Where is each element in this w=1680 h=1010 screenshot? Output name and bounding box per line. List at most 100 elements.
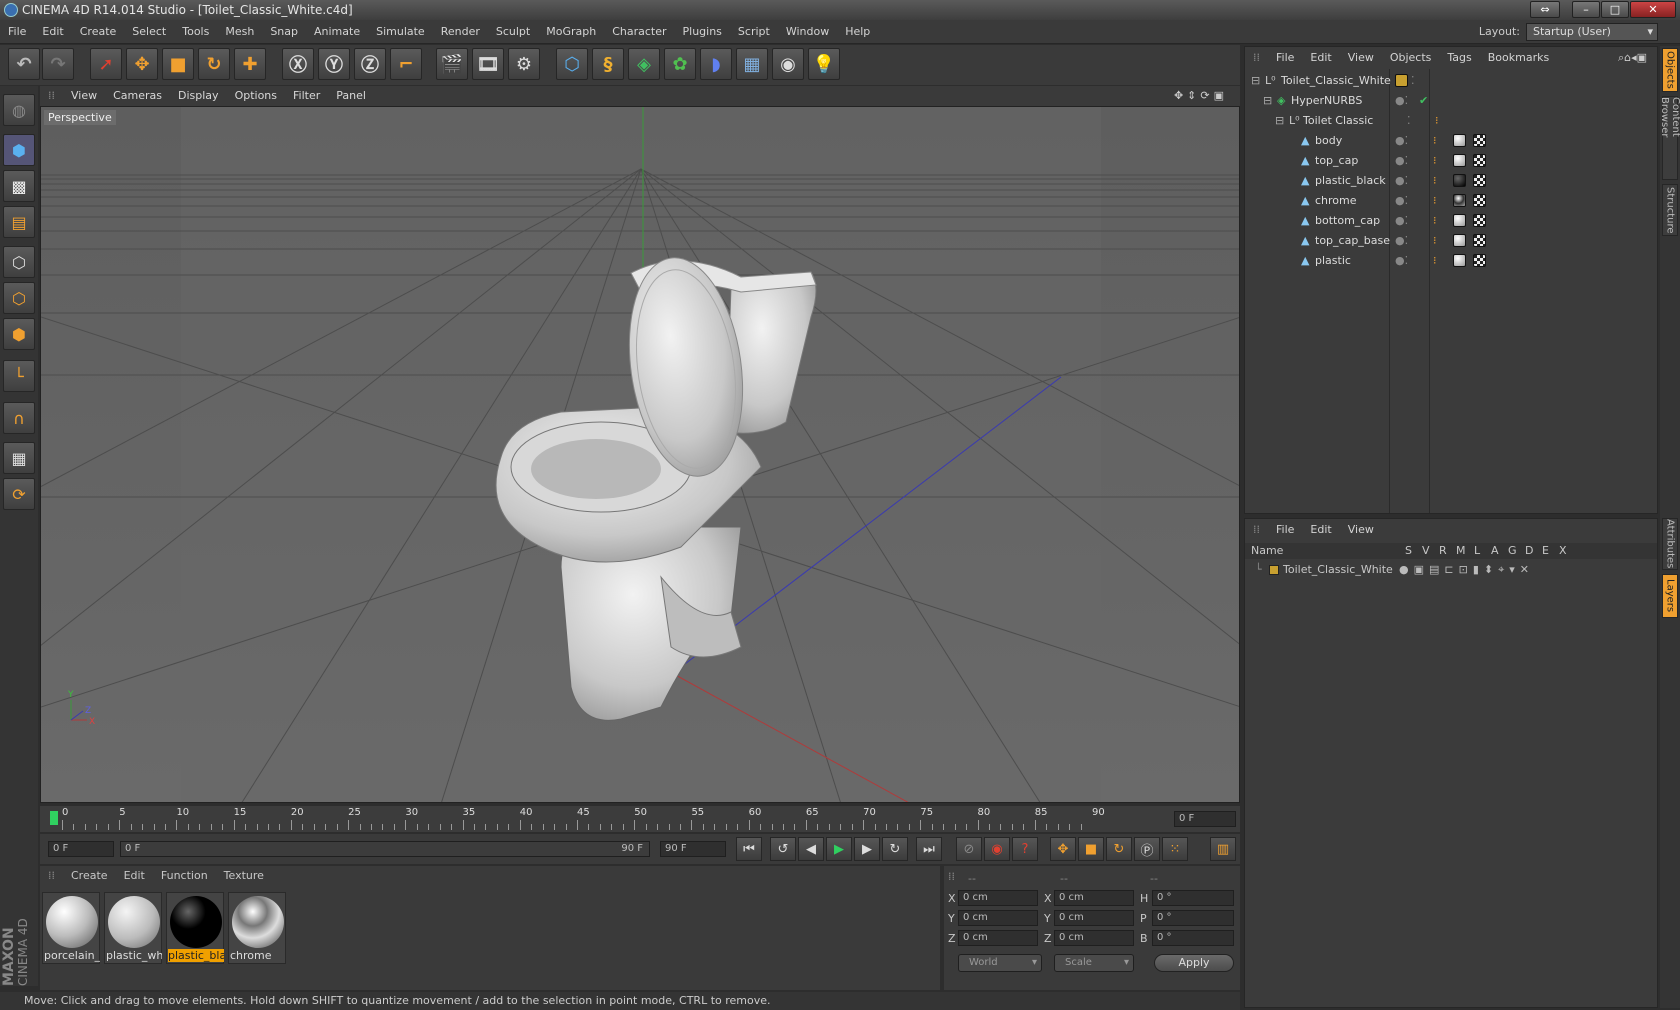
z-axis-lock-icon[interactable]: Ⓩ [354,48,386,80]
enabled-check-icon[interactable]: ✔ [1419,91,1428,111]
playhead-marker[interactable] [50,811,58,825]
previous-frame-icon[interactable]: ◀ [798,837,824,861]
menu-plugins[interactable]: Plugins [675,20,730,44]
object-menu-edit[interactable]: Edit [1302,47,1339,69]
nurbs-icon[interactable]: ◈ [628,48,660,80]
maximize-button[interactable]: □ [1601,1,1629,18]
layer-menu-file[interactable]: File [1268,519,1302,541]
tag-icon[interactable]: ⁝ [1435,111,1439,131]
expand-icon[interactable]: ⊟ [1275,111,1284,131]
go-to-end-icon[interactable]: ⏭ [916,837,942,861]
tree-row-hypernurbs[interactable]: ⊟ ◈ HyperNURBS ●⁚ ✔ [1245,91,1657,111]
tree-row-top-cap[interactable]: ▲ top_cap ●⁚ ⁝ [1245,151,1657,171]
col-solo[interactable]: S [1405,543,1412,559]
col-locked[interactable]: L [1474,543,1480,559]
visibility-dots[interactable]: ●⁚ [1395,191,1408,211]
material-plastic-black[interactable]: plastic_blac [166,892,224,964]
phong-tag-icon[interactable]: ⁝ [1433,231,1437,251]
points-mode-icon[interactable]: ⬡ [3,246,35,278]
coord-type-dropdown[interactable]: Scale ▾ [1054,954,1134,972]
render-settings-icon[interactable]: ⚙ [508,48,540,80]
visibility-dots[interactable]: ●⁚ [1395,231,1408,251]
viewport-nav-icons[interactable]: ✥⇕⟳▣ [1166,86,1236,106]
phong-tag-icon[interactable]: ⁝ [1433,191,1437,211]
rotation-p-field[interactable]: 0 ° [1152,910,1234,926]
layer-row[interactable]: └ Toilet_Classic_White ●▣▤⊏⊡▮⬍⌖▾✕ [1245,561,1657,579]
col-expressions[interactable]: E [1542,543,1549,559]
minimize-button[interactable]: – [1572,1,1600,18]
menu-help[interactable]: Help [837,20,878,44]
model-mode-icon[interactable]: ⬢ [3,134,35,166]
create-tool-icon[interactable]: ✚ [234,48,266,80]
visibility-dots[interactable]: ●⁚ [1395,171,1408,191]
size-x-field[interactable]: 0 cm [1054,890,1134,906]
menu-animate[interactable]: Animate [306,20,368,44]
material-menu-create[interactable]: Create [63,866,116,886]
tree-row-toilet-classic[interactable]: ⊟ L⁰ Toilet Classic ⁚ ⁝ [1245,111,1657,131]
y-axis-lock-icon[interactable]: Ⓨ [318,48,350,80]
tree-row-toilet-classic-white[interactable]: ⊟ L⁰ Toilet_Classic_White ⁚ [1245,71,1657,91]
menu-mograph[interactable]: MoGraph [538,20,604,44]
material-menu-texture[interactable]: Texture [216,866,272,886]
next-frame-icon[interactable]: ▶ [854,837,880,861]
visibility-dots[interactable]: ●⁚ [1395,211,1408,231]
tab-attributes[interactable]: Attributes [1662,518,1678,570]
tab-objects[interactable]: Objects [1662,48,1678,92]
phong-tag-icon[interactable]: ⁝ [1433,211,1437,231]
object-menu-file[interactable]: File [1268,47,1302,69]
col-deformers[interactable]: D [1525,543,1533,559]
menu-create[interactable]: Create [72,20,125,44]
edges-mode-icon[interactable]: ⬡ [3,282,35,314]
start-frame-field[interactable]: 0 F [48,841,114,857]
viewport-menu-panel[interactable]: Panel [328,86,374,106]
menu-render[interactable]: Render [433,20,488,44]
search-home-icons[interactable]: ⌕⌂◂▣ [1610,47,1655,69]
coord-mode-dropdown[interactable]: World ▾ [958,954,1042,972]
visibility-dots[interactable]: ●⁚ [1395,91,1408,111]
layer-color-swatch[interactable] [1269,565,1279,575]
material-menu-function[interactable]: Function [153,866,216,886]
menu-sculpt[interactable]: Sculpt [488,20,538,44]
tab-content-browser[interactable]: Content Browser [1659,96,1680,180]
menu-snap[interactable]: Snap [262,20,306,44]
visibility-dots[interactable]: ⁚ [1411,71,1415,91]
tree-row-chrome[interactable]: ▲ chrome ●⁚ ⁝ [1245,191,1657,211]
layer-menu-view[interactable]: View [1340,519,1382,541]
material-plastic-white[interactable]: plastic_whi [104,892,162,964]
timeline-window-icon[interactable]: ▥ [1210,837,1236,861]
uvw-tag-icon[interactable] [1473,214,1486,227]
material-menu-edit[interactable]: Edit [116,866,153,886]
menu-script[interactable]: Script [730,20,778,44]
auto-keying-icon[interactable]: ◉ [984,837,1010,861]
menu-window[interactable]: Window [778,20,837,44]
rotation-b-field[interactable]: 0 ° [1152,930,1234,946]
object-menu-objects[interactable]: Objects [1382,47,1440,69]
floor-icon[interactable]: ▦ [736,48,768,80]
current-frame-field[interactable]: 0 F [1174,811,1236,827]
phong-tag-icon[interactable]: ⁝ [1433,151,1437,171]
record-keys-icon[interactable]: ⊘ [956,837,982,861]
position-y-field[interactable]: 0 cm [958,910,1038,926]
key-scale-icon[interactable]: ■ [1078,837,1104,861]
x-axis-lock-icon[interactable]: Ⓧ [282,48,314,80]
col-animation[interactable]: A [1491,543,1499,559]
viewport-menu-display[interactable]: Display [170,86,227,106]
col-xref[interactable]: X [1559,543,1567,559]
object-menu-bookmarks[interactable]: Bookmarks [1480,47,1557,69]
apply-button[interactable]: Apply [1154,954,1234,972]
layer-color-tag[interactable] [1395,74,1408,87]
make-editable-icon[interactable]: ◍ [3,94,35,126]
size-z-field[interactable]: 0 cm [1054,930,1134,946]
object-menu-tags[interactable]: Tags [1439,47,1479,69]
rotate-tool-icon[interactable]: ↻ [198,48,230,80]
uvw-tag-icon[interactable] [1473,194,1486,207]
menu-select[interactable]: Select [124,20,174,44]
planar-workplane-icon[interactable]: ⟳ [3,478,35,510]
close-button[interactable]: ✕ [1630,1,1676,18]
phong-tag-icon[interactable]: ⁝ [1433,251,1437,271]
go-to-start-icon[interactable]: ⏮ [736,837,762,861]
previous-key-icon[interactable]: ↺ [770,837,796,861]
viewport-menu-options[interactable]: Options [227,86,285,106]
tree-row-top-cap-base[interactable]: ▲ top_cap_base ●⁚ ⁝ [1245,231,1657,251]
viewport-menu-view[interactable]: View [63,86,105,106]
